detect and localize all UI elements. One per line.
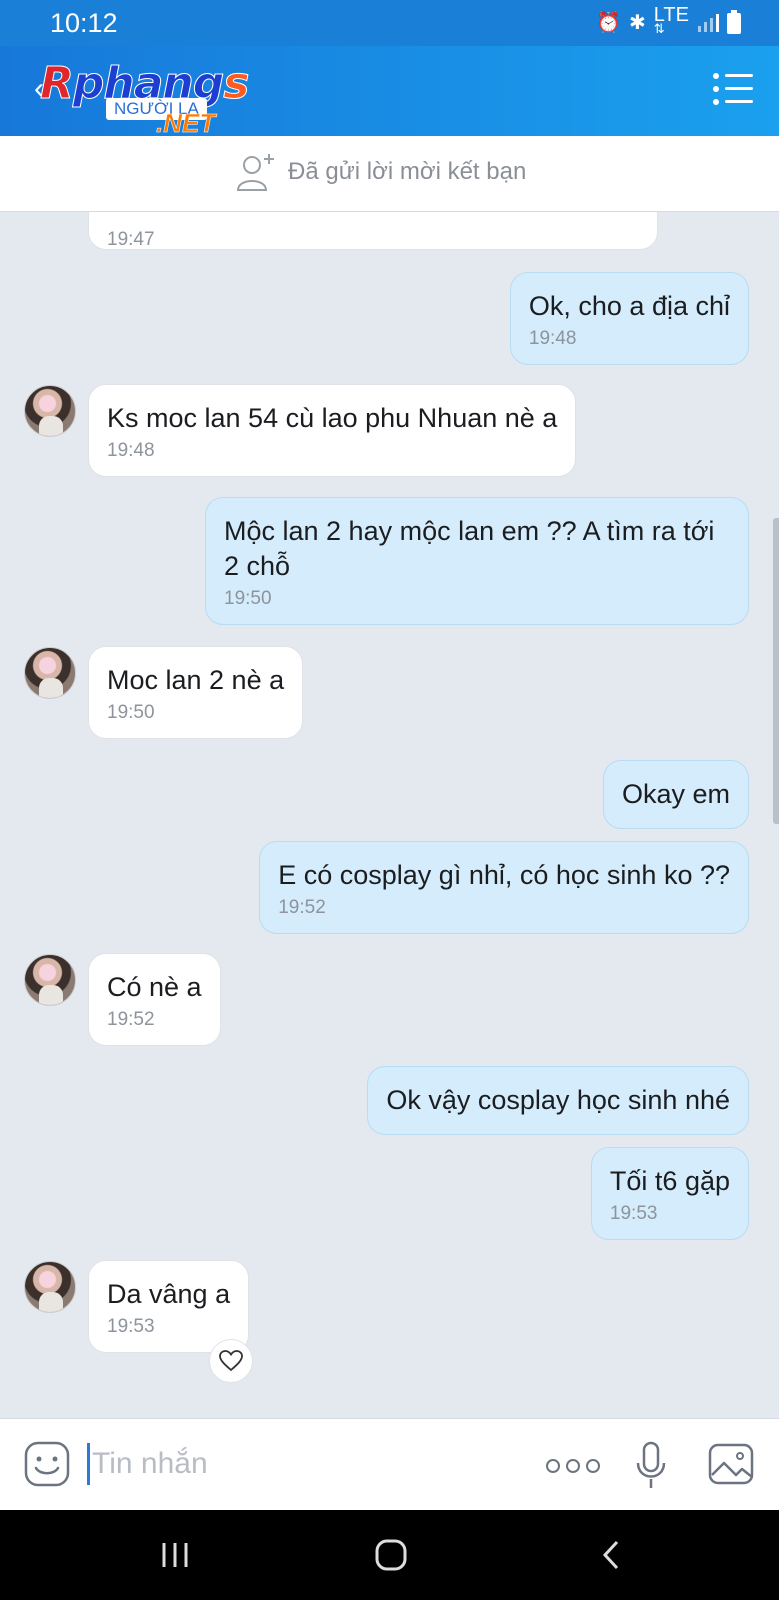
message-text: Moc lan 2 nè a (107, 665, 285, 695)
status-time: 10:12 (50, 8, 118, 38)
message-input[interactable] (92, 1439, 512, 1489)
friend-request-text: Đã gửi lời mời kết bạn (288, 158, 527, 185)
lte-icon: LTE ⇅ (653, 4, 689, 36)
app-bar: ‹ Rphangs NGƯỜI LẠ .NET (0, 46, 779, 139)
status-bar: 10:12 ⏰ ✱ LTE ⇅ (0, 0, 779, 46)
recent-apps-icon[interactable] (160, 1538, 190, 1572)
chat-thread[interactable]: 19:47 Ok, cho a địa chỉ 19:48 Ks moc lan… (0, 212, 779, 1418)
text-caret (87, 1443, 90, 1485)
more-icon[interactable] (546, 1459, 600, 1473)
scrollbar[interactable] (773, 518, 779, 824)
message-outgoing[interactable]: Ok vậy cosplay học sinh nhé (367, 1066, 749, 1135)
emoji-icon[interactable] (24, 1441, 70, 1487)
message-time: 19:47 (107, 229, 155, 250)
contact-avatar[interactable] (24, 1261, 76, 1313)
message-time: 19:52 (107, 1009, 155, 1030)
message-incoming[interactable]: 19:47 (88, 212, 658, 250)
contact-avatar[interactable] (24, 385, 76, 437)
heart-icon (219, 1350, 243, 1372)
status-icons: ⏰ ✱ LTE ⇅ (596, 4, 741, 36)
message-text: Mộc lan 2 hay mộc lan em ?? A tìm ra tới… (224, 516, 715, 581)
message-incoming[interactable]: Có nè a 19:52 (88, 953, 221, 1046)
microphone-icon[interactable] (634, 1441, 668, 1491)
alarm-icon: ⏰ (596, 11, 622, 34)
battery-icon (727, 10, 741, 34)
message-time: 19:53 (107, 1316, 155, 1337)
message-composer (0, 1418, 779, 1510)
friend-request-bar: Đã gửi lời mời kết bạn (0, 136, 779, 212)
image-icon[interactable] (708, 1443, 754, 1485)
message-outgoing[interactable]: E có cosplay gì nhỉ, có học sinh ko ?? 1… (259, 841, 749, 934)
message-outgoing[interactable]: Tối t6 gặp 19:53 (590, 1147, 749, 1240)
menu-list-icon[interactable] (713, 73, 753, 107)
message-outgoing[interactable]: Ok, cho a địa chỉ 19:48 (509, 272, 749, 365)
message-time: 19:48 (107, 440, 155, 461)
message-time: 19:53 (609, 1203, 658, 1224)
message-text: Ok, cho a địa chỉ (528, 291, 730, 321)
system-nav-bar (0, 1510, 779, 1600)
message-text: Ks moc lan 54 cù lao phu Nhuan nè a (107, 403, 558, 433)
site-logo[interactable]: Rphangs NGƯỜI LẠ .NET (40, 58, 280, 139)
message-time: 19:50 (224, 588, 272, 609)
logo-net: .NET (156, 108, 216, 139)
bluetooth-icon: ✱ (629, 11, 646, 34)
message-time: 19:50 (107, 702, 155, 723)
signal-icon (698, 14, 719, 32)
message-text: Có nè a (107, 972, 202, 1002)
message-text: Da vâng a (107, 1279, 231, 1309)
message-text: E có cosplay gì nhỉ, có học sinh ko ?? (278, 860, 730, 890)
message-time: 19:52 (278, 897, 326, 918)
message-incoming[interactable]: Ks moc lan 54 cù lao phu Nhuan nè a 19:4… (88, 384, 577, 477)
message-text: Ok vậy cosplay học sinh nhé (386, 1085, 730, 1115)
back-icon[interactable] (598, 1538, 624, 1572)
contact-avatar[interactable] (24, 647, 76, 699)
message-incoming[interactable]: Moc lan 2 nè a 19:50 (88, 646, 304, 739)
message-outgoing[interactable]: Mộc lan 2 hay mộc lan em ?? A tìm ra tới… (205, 497, 749, 625)
message-time: 19:48 (528, 328, 577, 349)
contact-avatar[interactable] (24, 954, 76, 1006)
message-text: Tối t6 gặp (609, 1166, 730, 1196)
message-outgoing[interactable]: Okay em (602, 760, 749, 829)
message-text: Okay em (621, 779, 730, 809)
home-icon[interactable] (374, 1538, 408, 1572)
add-friend-icon (236, 154, 274, 191)
react-button[interactable] (209, 1339, 253, 1383)
